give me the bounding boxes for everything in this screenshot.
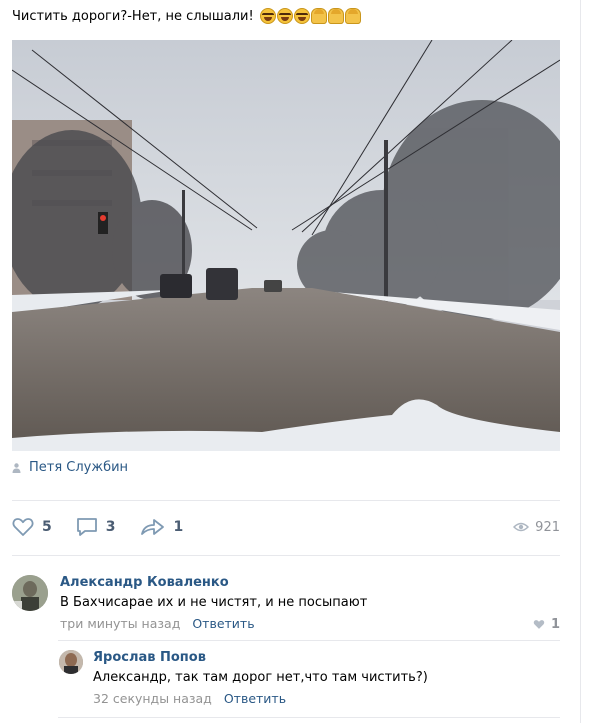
comment-icon (76, 518, 97, 536)
laughing-face-icon (259, 8, 276, 24)
like-count: 5 (42, 519, 52, 535)
share-icon (140, 519, 164, 535)
views-counter: 921 (513, 520, 560, 535)
road-photo-image (12, 40, 560, 451)
comment-time[interactable]: 32 секунды назад (93, 691, 212, 706)
comment-text: Александр, так там дорог нет,что там чис… (93, 670, 428, 685)
post-actions: 5 3 1 921 (12, 512, 560, 542)
reply-button[interactable]: Ответить (224, 691, 286, 706)
comment-author[interactable]: Александр Коваленко (60, 575, 367, 590)
scrollbar-edge (580, 0, 581, 723)
comment-text: В Бахчисарае их и не чистят, и не посыпа… (60, 595, 368, 610)
comment-like-count: 1 (550, 617, 560, 632)
post-text: Чистить дороги?-Нет, не слышали! (12, 8, 254, 24)
share-count: 1 (173, 519, 184, 535)
post-text-row: Чистить дороги?-Нет, не слышали! (12, 8, 361, 24)
person-icon (344, 8, 361, 24)
comment-reply-item: Ярослав Попов Александр, так там дорог н… (59, 650, 428, 706)
post-author[interactable]: Петя Службин (12, 460, 128, 475)
emoji-row (259, 8, 361, 24)
person-icon (327, 8, 344, 24)
comment-item: Александр Коваленко В Бахчисарае их и не… (12, 575, 367, 631)
eye-icon (513, 522, 530, 532)
post-author-name: Петя Службин (29, 460, 129, 475)
laughing-face-icon (276, 8, 293, 24)
post-photo[interactable] (12, 40, 560, 451)
comment-author[interactable]: Ярослав Попов (93, 650, 428, 665)
person-icon (310, 8, 327, 24)
share-button[interactable]: 1 (140, 517, 184, 537)
person-icon (12, 462, 21, 473)
comment-count: 3 (105, 519, 116, 535)
comment-like-button[interactable]: 1 (533, 617, 560, 632)
divider (58, 717, 560, 718)
reply-button[interactable]: Ответить (192, 616, 254, 631)
divider (12, 500, 560, 501)
comment-time[interactable]: три минуты назад (60, 616, 180, 631)
comment-button[interactable]: 3 (76, 517, 116, 537)
post-card: Чистить дороги?-Нет, не слышали! Петя Сл… (0, 0, 580, 723)
avatar[interactable] (59, 650, 83, 674)
avatar[interactable] (12, 575, 48, 611)
divider (58, 640, 560, 641)
heart-icon (533, 620, 545, 629)
divider (12, 555, 560, 556)
views-count: 921 (535, 519, 560, 535)
heart-icon (12, 518, 34, 536)
like-button[interactable]: 5 (12, 517, 52, 537)
laughing-face-icon (293, 8, 310, 24)
